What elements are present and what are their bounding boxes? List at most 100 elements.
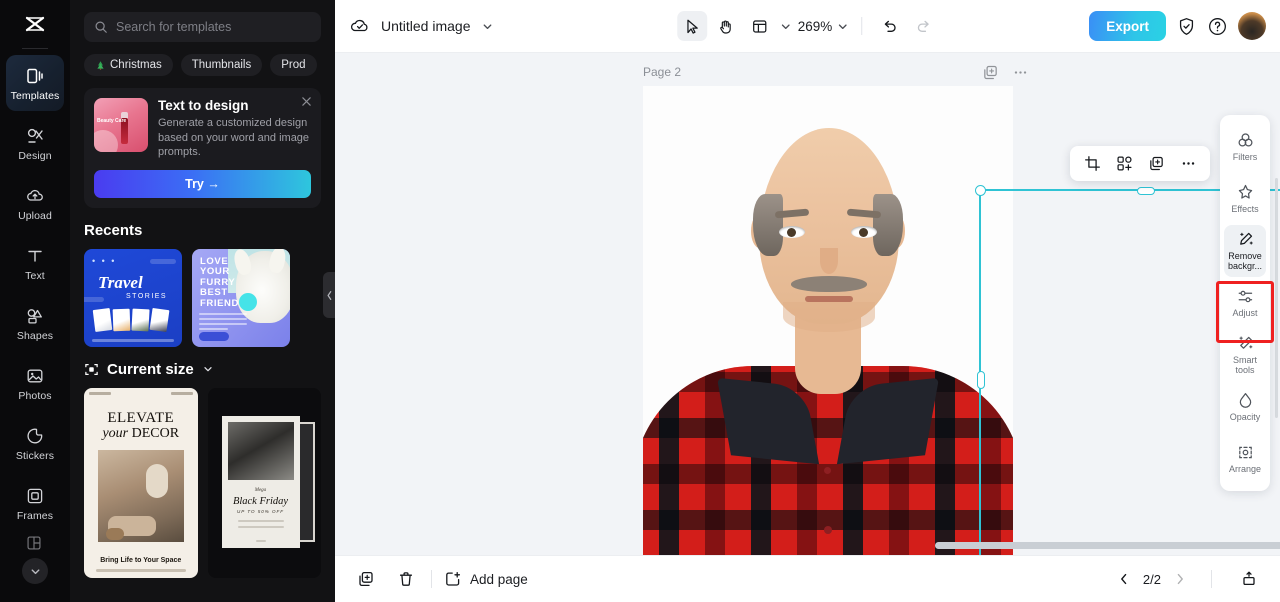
prev-page-button[interactable]: [1117, 572, 1131, 586]
cutout-button[interactable]: [1110, 150, 1138, 178]
page-navigation: 2/2: [1117, 572, 1187, 587]
duplicate-button[interactable]: [1142, 150, 1170, 178]
tool-adjust[interactable]: Adjust: [1224, 277, 1266, 329]
text-to-design-promo: Beauty Care Text to design Generate a cu…: [84, 88, 321, 208]
horizontal-scrollbar[interactable]: [935, 542, 1280, 549]
tool-opacity[interactable]: Opacity: [1224, 381, 1266, 433]
main-area: Untitled image 269% Export Page 2 Filter…: [335, 0, 1280, 602]
undo-button[interactable]: [874, 11, 904, 41]
resize-handle-top[interactable]: [1137, 187, 1155, 195]
export-button[interactable]: Export: [1089, 11, 1166, 41]
promo-description: Generate a customized design based on yo…: [158, 117, 310, 159]
avatar[interactable]: [1238, 12, 1266, 40]
recents-title: Recents: [84, 221, 143, 239]
tool-label: Smart tools: [1232, 355, 1257, 375]
sidebar-more-button[interactable]: [22, 558, 48, 584]
sidebar-item-text[interactable]: Text: [6, 235, 64, 291]
templates-panel: Christmas Thumbnails Prod Beauty Car: [70, 0, 335, 602]
portrait-photo[interactable]: [643, 86, 1013, 555]
cloud-saved-icon[interactable]: [349, 15, 371, 37]
template-card-travel-stories[interactable]: • • • Travel STORIES: [84, 248, 182, 347]
shield-icon[interactable]: [1176, 16, 1197, 37]
close-icon[interactable]: [301, 96, 312, 107]
duplicate-page-icon[interactable]: [980, 62, 1000, 82]
tool-label: Opacity: [1229, 412, 1261, 423]
document-title[interactable]: Untitled image: [381, 18, 471, 34]
chip-products[interactable]: Prod: [270, 54, 317, 76]
right-toolbar: Filters Effects Remove backgr... Adjust …: [1220, 115, 1270, 491]
artboard[interactable]: [643, 86, 1013, 555]
zoom-chevron-down-icon[interactable]: [836, 20, 849, 33]
chip-christmas[interactable]: Christmas: [84, 54, 173, 76]
template-card-black-friday[interactable]: Mega Black Friday UP TO 50% OFF: [207, 387, 321, 578]
template-card-cta: [199, 331, 229, 341]
sidebar-item-photos[interactable]: Photos: [6, 355, 64, 411]
add-page-button[interactable]: Add page: [444, 570, 528, 588]
layouts-icon[interactable]: [25, 534, 45, 554]
tool-smart-tools[interactable]: Smart tools: [1224, 329, 1266, 381]
chevron-down-icon[interactable]: [481, 20, 494, 33]
layout-chevron-down-icon[interactable]: [779, 20, 792, 33]
delete-page-button[interactable]: [393, 566, 419, 592]
sidebar-item-templates[interactable]: Templates: [6, 55, 64, 111]
select-tool-button[interactable]: [676, 11, 707, 41]
chevron-down-icon: [29, 565, 42, 578]
sidebar-item-label: Templates: [10, 89, 60, 102]
page-indicator: 2/2: [1142, 571, 1161, 587]
canvas-stage[interactable]: Page 2 Filters Effects Remove backgr... …: [335, 53, 1280, 555]
chip-label: Thumbnails: [191, 59, 252, 71]
object-float-toolbar: [1070, 146, 1210, 181]
template-card-title: Travel: [98, 272, 143, 292]
bottombar-right: 2/2: [1117, 566, 1262, 592]
tool-arrange[interactable]: Arrange: [1224, 433, 1266, 485]
export-page-icon: [1240, 570, 1258, 588]
chevron-left-icon: [326, 290, 333, 301]
sidebar-item-upload[interactable]: Upload: [6, 175, 64, 231]
template-card-kicker: Mega: [254, 487, 267, 493]
search-icon: [94, 20, 108, 34]
chip-thumbnails[interactable]: Thumbnails: [180, 54, 263, 76]
adjust-icon: [1236, 287, 1255, 306]
shapes-icon: [24, 305, 46, 327]
duplicate-page-button[interactable]: [353, 566, 379, 592]
tool-filters[interactable]: Filters: [1224, 121, 1266, 173]
sidebar-item-design[interactable]: Design: [6, 115, 64, 171]
more-button[interactable]: [1174, 150, 1202, 178]
duplicate-page-icon: [357, 570, 375, 588]
current-size-header[interactable]: Current size: [70, 347, 335, 378]
more-horizontal-icon[interactable]: [1010, 62, 1030, 82]
sidebar-item-shapes[interactable]: Shapes: [6, 295, 64, 351]
zoom-level[interactable]: 269%: [798, 19, 833, 34]
sidebar-item-frames[interactable]: Frames: [6, 475, 64, 531]
hand-tool-button[interactable]: [711, 11, 741, 41]
topbar-right: Export: [1089, 11, 1266, 41]
trash-icon: [397, 570, 415, 588]
crop-button[interactable]: [1078, 150, 1106, 178]
try-button[interactable]: Try →: [94, 169, 311, 198]
layout-icon: [751, 18, 768, 35]
template-card-elevate-decor[interactable]: ELEVATE your DECOR Bring Life to Your Sp…: [84, 387, 198, 578]
panel-collapse-handle[interactable]: [323, 272, 335, 318]
export-page-button[interactable]: [1236, 566, 1262, 592]
topbar-left: Untitled image: [349, 15, 494, 37]
promo-top: Beauty Care Text to design Generate a cu…: [94, 98, 311, 160]
remove-background-icon: [1236, 230, 1255, 249]
layout-tool-button[interactable]: [745, 11, 775, 41]
search-box[interactable]: [84, 12, 321, 42]
cursor-arrow-icon: [683, 18, 700, 35]
sidebar-item-stickers[interactable]: Stickers: [6, 415, 64, 471]
arrange-icon: [1236, 443, 1255, 462]
redo-button[interactable]: [908, 11, 938, 41]
next-page-button[interactable]: [1173, 572, 1187, 586]
capcut-logo-icon[interactable]: [18, 8, 52, 42]
help-circle-icon[interactable]: [1207, 16, 1228, 37]
recents-grid: • • • Travel STORIES LOVE YOUR FURRY BES…: [70, 239, 335, 347]
right-toolbar-scrollbar[interactable]: [1275, 178, 1278, 418]
template-card-furry-friend[interactable]: LOVE YOUR FURRY BEST FRIEND: [192, 248, 290, 347]
template-card-badge: [239, 292, 257, 311]
template-card-title: Black Friday: [232, 495, 289, 507]
tool-remove-background[interactable]: Remove backgr...: [1224, 225, 1266, 277]
search-input[interactable]: [116, 20, 311, 34]
opacity-icon: [1236, 391, 1255, 410]
tool-effects[interactable]: Effects: [1224, 173, 1266, 225]
